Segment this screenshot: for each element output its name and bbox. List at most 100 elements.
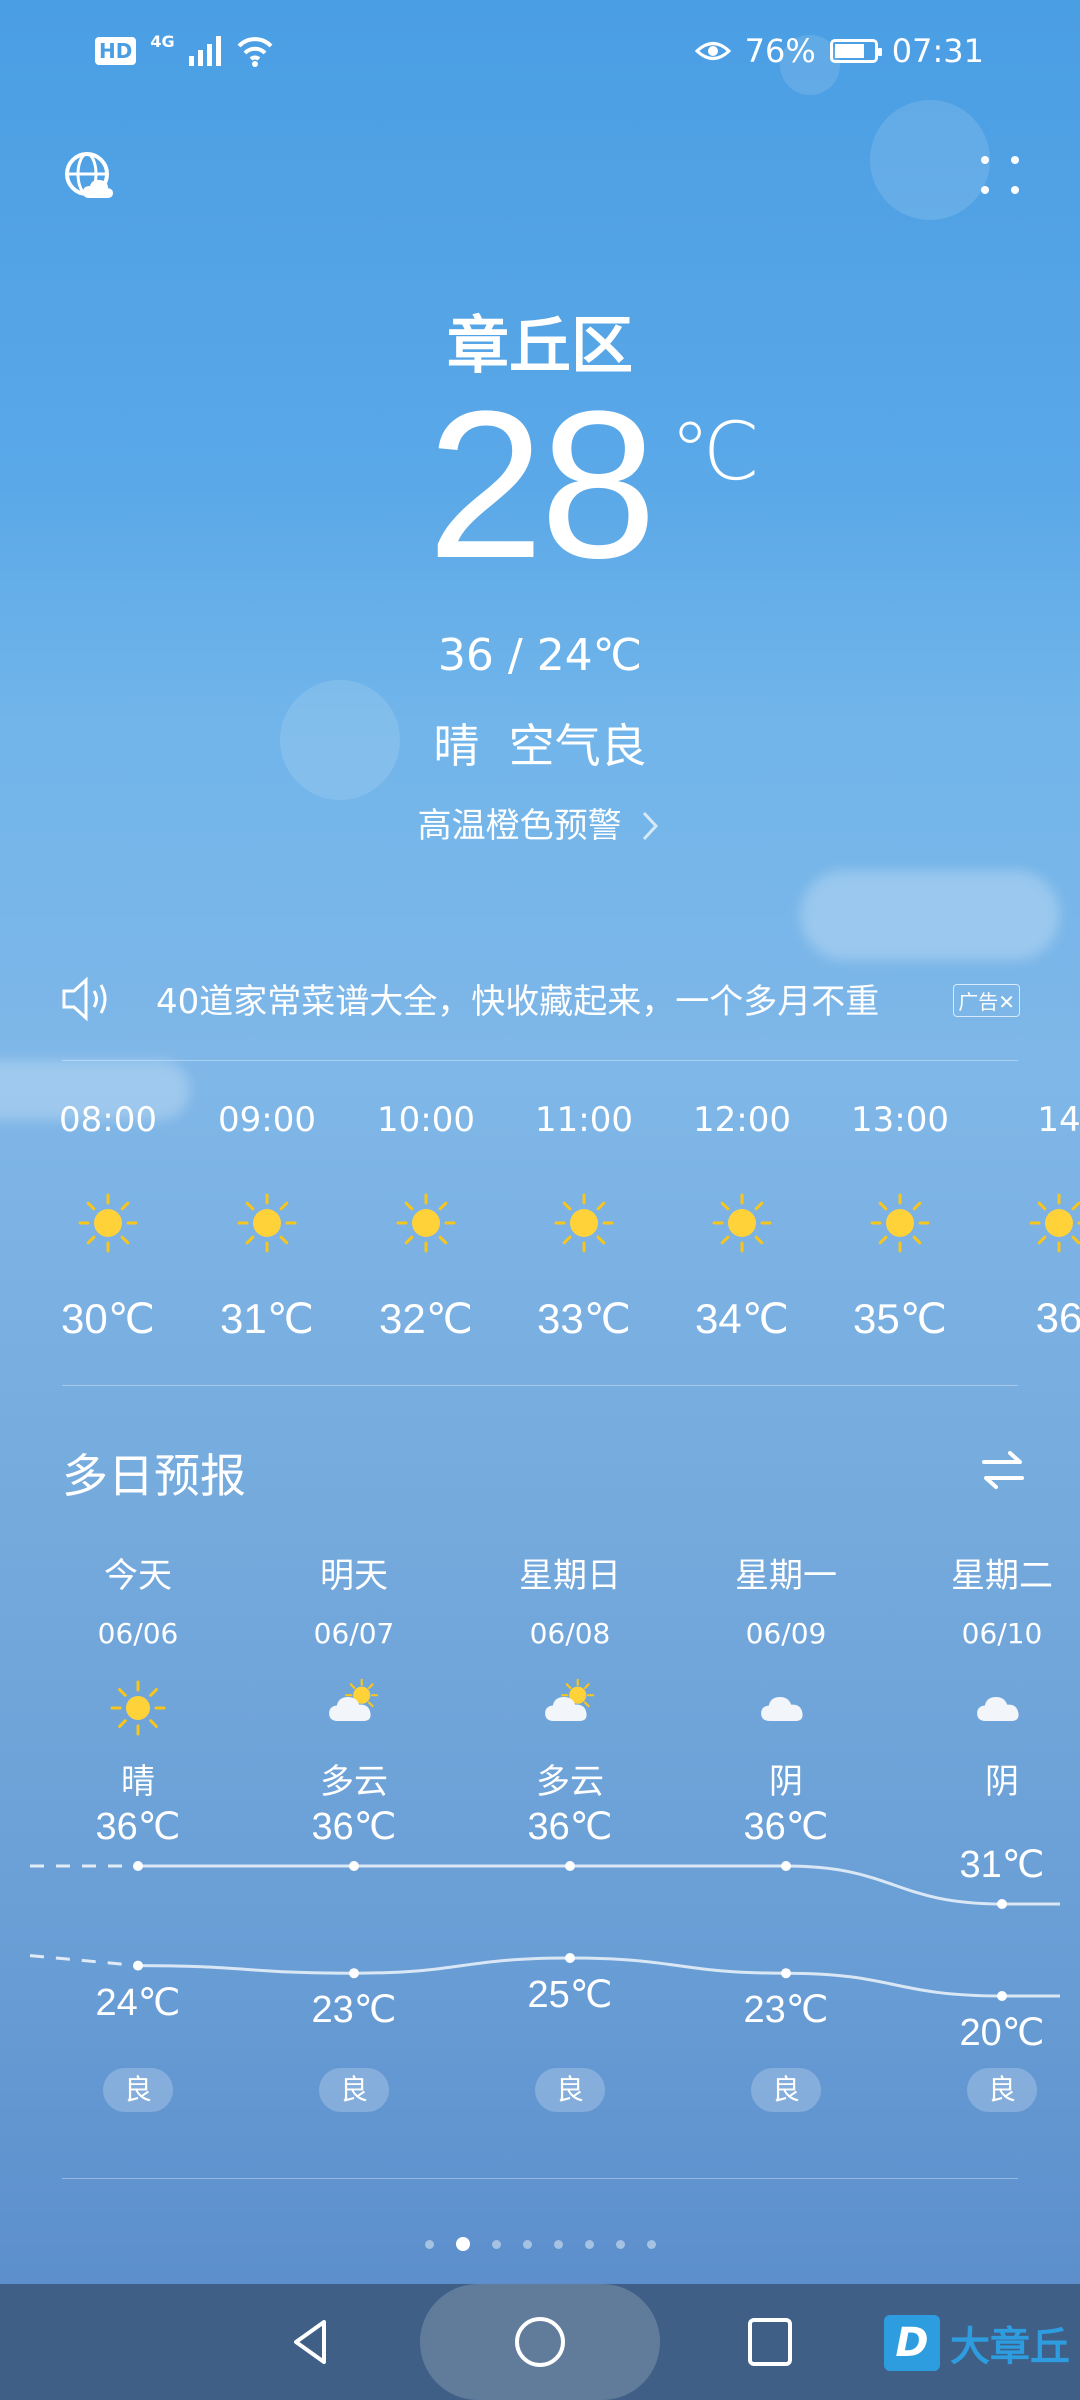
day-high: 36℃ xyxy=(311,1806,397,1848)
page-dot xyxy=(424,2239,434,2249)
bokeh-decoration xyxy=(870,100,990,220)
sun-icon xyxy=(712,1193,772,1253)
home-icon xyxy=(515,2317,565,2367)
day-date: 06/07 xyxy=(313,1617,395,1650)
hourly-time: 09:00 xyxy=(218,1100,316,1140)
chevron-right-icon xyxy=(643,811,659,841)
day-icon xyxy=(319,1678,389,1738)
weather-alert-label: 高温橙色预警 xyxy=(417,806,622,846)
day-condition: 多云 xyxy=(320,1762,388,1802)
hourly-icon xyxy=(1024,1188,1080,1258)
sun-icon xyxy=(110,1680,166,1736)
city-management-icon[interactable] xyxy=(63,150,115,202)
sun-icon xyxy=(870,1193,930,1253)
hourly-time: 08:00 xyxy=(59,1100,157,1140)
forecast-title: 多日预报 xyxy=(62,1449,246,1503)
signal-icon xyxy=(188,36,221,66)
page-dot xyxy=(491,2239,501,2249)
air-quality-badge: 良 xyxy=(535,2068,605,2112)
hourly-time: 10:00 xyxy=(377,1100,475,1140)
ad-notice[interactable]: 40道家常菜谱大全，快收藏起来，一个多月不重 广告✕ xyxy=(60,970,1020,1026)
recents-icon[interactable] xyxy=(740,2284,800,2400)
divider xyxy=(62,1060,1018,1061)
more-options-icon[interactable] xyxy=(975,150,1027,202)
divider xyxy=(62,2178,1018,2179)
battery-percent: 76% xyxy=(744,32,816,70)
partly-cloudy-icon xyxy=(329,1678,379,1721)
hourly-icon xyxy=(73,1188,143,1258)
page-indicator xyxy=(0,2234,1080,2254)
watermark-name: 大章丘 xyxy=(950,2324,1070,2370)
hourly-item: 13:00 35℃ xyxy=(830,1100,970,1343)
hourly-item: 08:00 30℃ xyxy=(38,1100,178,1343)
air-quality-badge: 良 xyxy=(751,2068,821,2112)
hourly-temp: 36 xyxy=(1035,1294,1080,1341)
forecast-day[interactable]: 星期一 06/09 阴 36℃ 23℃ 良 xyxy=(711,1548,861,2128)
day-high: 36℃ xyxy=(95,1806,181,1848)
air-quality-badge: 良 xyxy=(967,2068,1037,2112)
hourly-temp: 34℃ xyxy=(695,1295,789,1342)
day-name: 星期二 xyxy=(951,1556,1053,1596)
hd-icon: HD xyxy=(95,37,137,65)
sun-icon xyxy=(396,1193,456,1253)
hourly-item: 11:00 33℃ xyxy=(514,1100,654,1343)
day-name: 星期一 xyxy=(735,1556,837,1596)
hourly-time: 13:00 xyxy=(851,1100,949,1140)
day-condition: 阴 xyxy=(985,1762,1019,1802)
day-high: 36℃ xyxy=(743,1806,829,1848)
forecast-day[interactable]: 星期日 06/08 多云 36℃ 25℃ 良 xyxy=(495,1548,645,2128)
day-low: 23℃ xyxy=(743,1989,829,2032)
cloud-icon xyxy=(761,1696,803,1721)
page-dot xyxy=(553,2239,563,2249)
day-low: 25℃ xyxy=(527,1974,613,2016)
close-icon: ✕ xyxy=(998,990,1015,1014)
watermark-logo: D 大章丘 xyxy=(884,2314,1070,2372)
temperature-range: 36 / 24℃ xyxy=(437,630,643,681)
hourly-icon xyxy=(707,1188,777,1258)
page-dot xyxy=(615,2239,625,2249)
weather-alert[interactable]: 高温橙色预警 xyxy=(0,798,1080,847)
switch-view-icon[interactable] xyxy=(978,1445,1028,1495)
temperature-unit: ℃ xyxy=(670,405,760,498)
day-date: 06/06 xyxy=(97,1617,179,1650)
day-low: 24℃ xyxy=(95,1981,181,2024)
hourly-temp: 30℃ xyxy=(61,1295,155,1342)
hourly-forecast[interactable]: 08:00 30℃ 09:00 31℃ 10:00 32℃ 11:00 33℃ 12:0… xyxy=(0,1100,1080,1380)
forecast-day[interactable]: 明天 06/07 多云 36℃ 23℃ 良 xyxy=(279,1548,429,2128)
day-condition: 多云 xyxy=(536,1762,604,1802)
air-quality-badge: 良 xyxy=(103,2068,173,2112)
partly-cloudy-icon xyxy=(545,1678,595,1721)
day-name: 明天 xyxy=(320,1556,388,1596)
sun-icon xyxy=(78,1193,138,1253)
home-button[interactable] xyxy=(420,2284,660,2400)
hourly-time: 14 xyxy=(1037,1100,1080,1140)
day-low: 20℃ xyxy=(959,2012,1045,2054)
daily-forecast[interactable]: 今天 06/06 晴 36℃ 24℃ 良明天 06/07 多云 36℃ 23℃ … xyxy=(0,1548,1080,2128)
eye-icon xyxy=(694,42,731,60)
forecast-day[interactable]: 星期二 06/10 阴 31℃ 20℃ 良 xyxy=(927,1548,1077,2128)
ad-text: 40道家常菜谱大全，快收藏起来，一个多月不重 xyxy=(156,982,880,1022)
hourly-temp: 35℃ xyxy=(853,1295,947,1342)
day-icon xyxy=(751,1678,821,1738)
day-icon xyxy=(103,1678,173,1738)
day-low: 23℃ xyxy=(311,1989,397,2032)
hourly-icon xyxy=(391,1188,461,1258)
hourly-item: 09:00 31℃ xyxy=(197,1100,337,1343)
hourly-time: 12:00 xyxy=(693,1100,791,1140)
ad-close-button[interactable]: 广告✕ xyxy=(953,984,1020,1017)
sun-icon xyxy=(1029,1193,1080,1253)
hourly-item: 10:00 32℃ xyxy=(356,1100,496,1343)
day-date: 06/08 xyxy=(529,1617,611,1650)
day-condition: 阴 xyxy=(769,1762,803,1802)
day-icon xyxy=(967,1678,1037,1738)
forecast-day[interactable]: 今天 06/06 晴 36℃ 24℃ 良 xyxy=(63,1548,213,2128)
page-dot xyxy=(522,2239,532,2249)
battery-icon xyxy=(829,39,882,63)
hourly-icon xyxy=(232,1188,302,1258)
navigation-bar: D 大章丘 xyxy=(0,2284,1080,2400)
hourly-icon xyxy=(865,1188,935,1258)
clock: 07:31 xyxy=(891,32,984,70)
back-icon[interactable] xyxy=(280,2284,340,2400)
sun-icon xyxy=(554,1193,614,1253)
divider xyxy=(62,1385,1018,1386)
